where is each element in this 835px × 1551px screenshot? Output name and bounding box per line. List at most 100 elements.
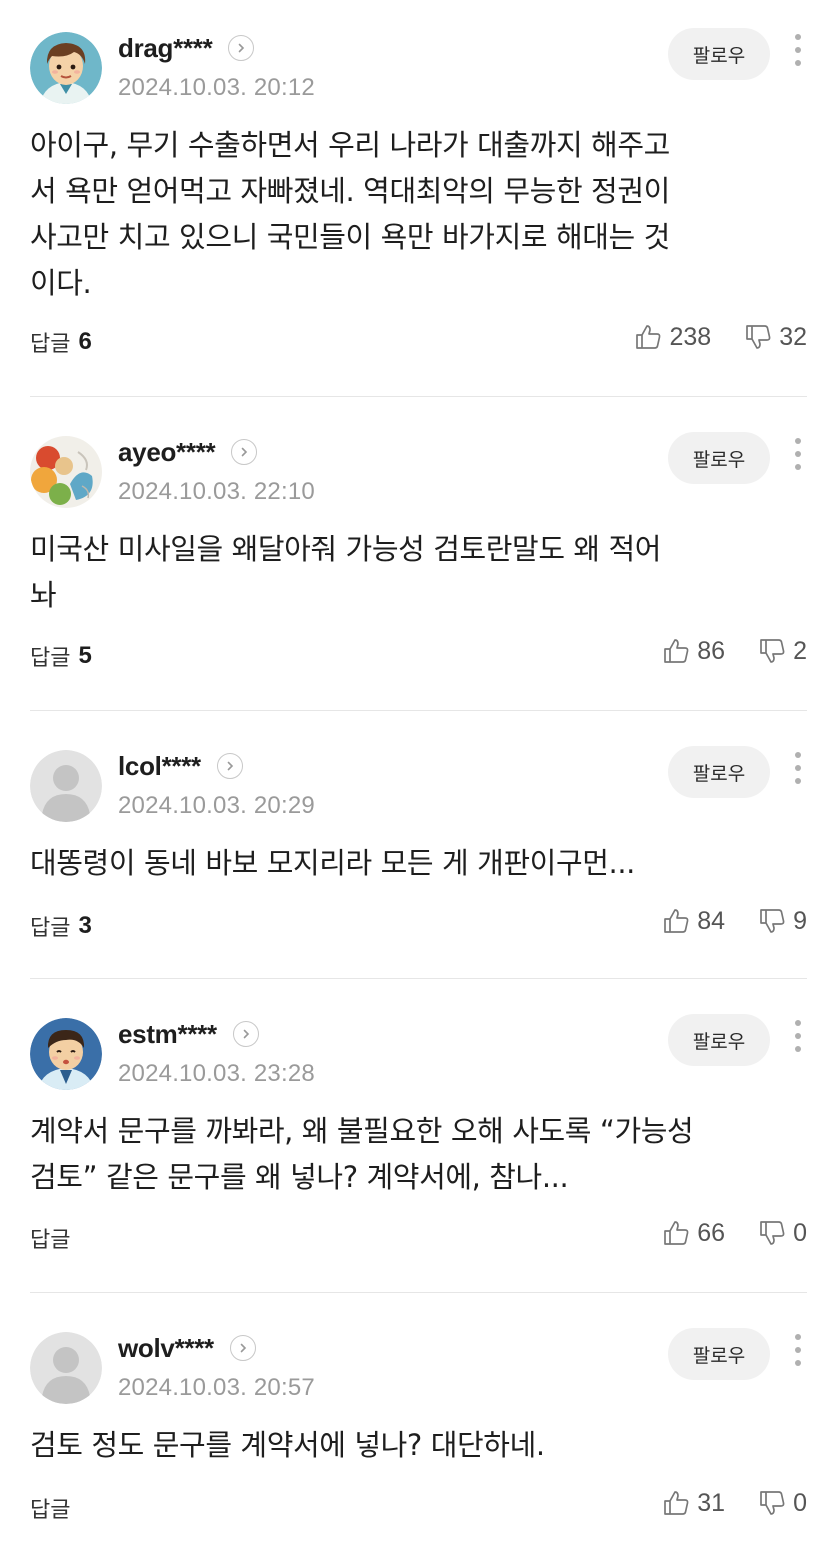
divider — [30, 1292, 807, 1293]
comment-line: 서 욕만 얻어먹고 자빠졌네. 역대최악의 무능한 정권이 — [30, 174, 670, 208]
dislike-count: 0 — [793, 1218, 807, 1247]
divider — [30, 396, 807, 397]
reply-count: 3 — [78, 912, 92, 939]
follow-button[interactable]: 팔로우 — [668, 1328, 770, 1380]
thumbs-down-icon — [760, 1491, 785, 1515]
nickname[interactable]: ayeo**** — [118, 437, 216, 468]
chevron-right-icon[interactable] — [229, 1335, 256, 1361]
dislike-button[interactable]: 9 — [757, 906, 807, 936]
more-options-icon[interactable] — [786, 30, 810, 70]
nickname[interactable]: lcol**** — [118, 751, 201, 782]
comment-date: 2024.10.03. 20:29 — [118, 792, 315, 819]
nickname-row: estm**** — [118, 1018, 259, 1050]
chevron-right-icon[interactable] — [228, 35, 255, 61]
reply-label: 답글 — [30, 646, 71, 671]
more-options-icon[interactable] — [786, 1330, 810, 1370]
comment-date: 2024.10.03. 20:57 — [118, 1374, 315, 1401]
thumbs-down-icon — [760, 909, 785, 933]
reply-button[interactable]: 답글 — [30, 1492, 78, 1524]
thumbs-up-icon — [664, 639, 689, 663]
comment-line: 이다. — [30, 266, 92, 300]
nickname-row: wolv**** — [118, 1332, 256, 1364]
comment-body: 계약서 문구를 까봐라, 왜 불필요한 오해 사도록 “가능성 검토” 같은 문… — [30, 1108, 790, 1200]
chevron-right-icon[interactable] — [232, 1021, 259, 1047]
comment-line: 아이구, 무기 수출하면서 우리 나라가 대출까지 해주고 — [30, 128, 670, 162]
reply-label: 답글 — [30, 332, 71, 357]
comment-date: 2024.10.03. 20:12 — [118, 74, 315, 101]
like-count: 31 — [697, 1488, 726, 1517]
divider — [30, 978, 807, 979]
chevron-right-icon[interactable] — [216, 753, 243, 779]
more-options-icon[interactable] — [786, 434, 810, 474]
like-count: 84 — [697, 906, 726, 935]
thumbs-down-icon — [746, 325, 771, 349]
like-button[interactable]: 238 — [633, 322, 711, 352]
vote-group: 84 9 — [661, 906, 807, 936]
dislike-button[interactable]: 2 — [757, 636, 807, 666]
nickname-row: ayeo**** — [118, 436, 258, 468]
reply-label: 답글 — [30, 916, 71, 941]
like-button[interactable]: 86 — [661, 636, 725, 666]
nickname-row: drag**** — [118, 32, 255, 64]
vote-group: 238 32 — [633, 322, 807, 352]
comment-body: 미국산 미사일을 왜달아줘 가능성 검토란말도 왜 적어 놔 — [30, 526, 790, 618]
follow-button[interactable]: 팔로우 — [668, 28, 770, 80]
vote-group: 86 2 — [661, 636, 807, 666]
reply-count: 5 — [78, 642, 92, 669]
like-count: 66 — [697, 1218, 726, 1247]
more-options-icon[interactable] — [786, 748, 810, 788]
nickname[interactable]: estm**** — [118, 1019, 217, 1050]
comment-body: 대똥령이 동네 바보 모지리라 모든 게 개판이구먼... — [30, 840, 790, 886]
comment-line: 계약서 문구를 까봐라, 왜 불필요한 오해 사도록 “가능성 — [30, 1114, 694, 1148]
reply-button[interactable]: 답글 5 — [30, 640, 92, 672]
dislike-button[interactable]: 0 — [757, 1218, 807, 1248]
dislike-count: 0 — [793, 1488, 807, 1517]
like-count: 238 — [669, 322, 712, 351]
like-button[interactable]: 66 — [661, 1218, 725, 1248]
comment-body: 아이구, 무기 수출하면서 우리 나라가 대출까지 해주고 서 욕만 얻어먹고 … — [30, 122, 790, 306]
follow-button[interactable]: 팔로우 — [668, 746, 770, 798]
like-button[interactable]: 84 — [661, 906, 725, 936]
vote-group: 31 0 — [661, 1488, 807, 1518]
avatar[interactable] — [30, 750, 102, 822]
reply-label: 답글 — [30, 1228, 71, 1253]
comment-line: 검토” 같은 문구를 왜 넣나? 계약서에, 참나... — [30, 1160, 569, 1194]
comment-date: 2024.10.03. 23:28 — [118, 1060, 315, 1087]
thumbs-up-icon — [636, 325, 661, 349]
comment-line: 대똥령이 동네 바보 모지리라 모든 게 개판이구먼... — [30, 846, 635, 880]
reply-button[interactable]: 답글 — [30, 1222, 78, 1254]
dislike-button[interactable]: 32 — [743, 322, 807, 352]
comment-line: 미국산 미사일을 왜달아줘 가능성 검토란말도 왜 적어 — [30, 532, 662, 566]
reply-button[interactable]: 답글 3 — [30, 910, 92, 942]
avatar[interactable] — [30, 1018, 102, 1090]
like-count: 86 — [697, 636, 726, 665]
dislike-count: 9 — [793, 906, 807, 935]
avatar[interactable] — [30, 1332, 102, 1404]
thumbs-up-icon — [664, 1221, 689, 1245]
comment-line: 놔 — [30, 578, 57, 612]
dislike-button[interactable]: 0 — [757, 1488, 807, 1518]
follow-button[interactable]: 팔로우 — [668, 1014, 770, 1066]
reply-button[interactable]: 답글 6 — [30, 326, 92, 358]
thumbs-up-icon — [664, 909, 689, 933]
nickname[interactable]: wolv**** — [118, 1333, 214, 1364]
follow-button[interactable]: 팔로우 — [668, 432, 770, 484]
thumbs-down-icon — [760, 639, 785, 663]
more-options-icon[interactable] — [786, 1016, 810, 1056]
avatar[interactable] — [30, 436, 102, 508]
comment-date: 2024.10.03. 22:10 — [118, 478, 315, 505]
nickname[interactable]: drag**** — [118, 33, 213, 64]
comment-line: 사고만 치고 있으니 국민들이 욕만 바가지로 해대는 것 — [30, 220, 670, 254]
reply-label: 답글 — [30, 1498, 71, 1523]
thumbs-up-icon — [664, 1491, 689, 1515]
dislike-count: 32 — [779, 322, 807, 351]
reply-count: 6 — [78, 328, 92, 355]
nickname-row: lcol**** — [118, 750, 243, 782]
thumbs-down-icon — [760, 1221, 785, 1245]
divider — [30, 710, 807, 711]
comment-line: 검토 정도 문구를 계약서에 넣나? 대단하네. — [30, 1428, 545, 1462]
avatar[interactable] — [30, 32, 102, 104]
like-button[interactable]: 31 — [661, 1488, 725, 1518]
chevron-right-icon[interactable] — [231, 439, 258, 465]
vote-group: 66 0 — [661, 1218, 807, 1248]
